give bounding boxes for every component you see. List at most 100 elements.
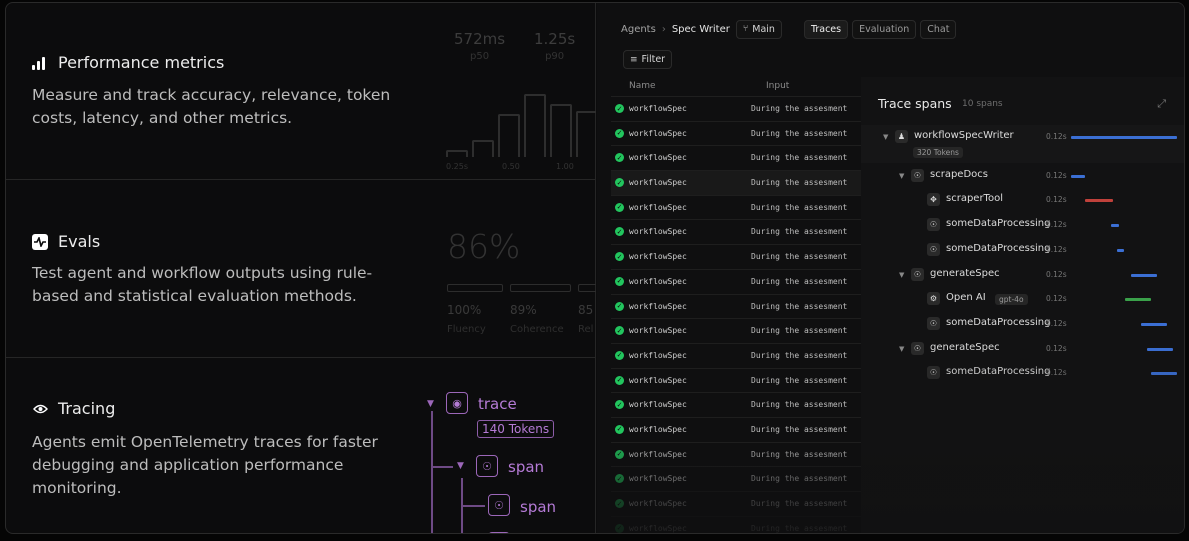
agent-icon: ☉ [911, 267, 924, 281]
column-name[interactable]: Name [629, 81, 656, 91]
table-row[interactable]: ✓ workflowSpec During the assesment [611, 196, 861, 221]
tree-line [431, 466, 453, 468]
success-check-icon: ✓ [615, 326, 624, 336]
row-input: During the assesment [751, 326, 848, 336]
row-input: During the assesment [751, 499, 848, 508]
span-row[interactable]: ▼ ♟ workflowSpecWriter 320 Tokens 0.12s [861, 125, 1184, 163]
span-row[interactable]: ⚙ Open AI gpt-4o 0.12s [861, 287, 1184, 312]
row-input: During the assesment [751, 227, 848, 237]
perf-stat-p50: 572ms p50 [454, 30, 506, 62]
caret-down-icon[interactable]: ▼ [899, 271, 904, 279]
eval-bar [578, 284, 596, 292]
span-row[interactable]: ▼ ☉ scrapeDocs 0.12s [861, 164, 1184, 189]
success-check-icon: ✓ [615, 104, 624, 113]
span-count: 10 spans [962, 99, 1003, 109]
eval-metric-label: Rel [578, 324, 594, 335]
span-duration: 0.12s [1046, 343, 1067, 353]
table-row[interactable]: ✓ workflowSpec During the assesment [611, 319, 861, 344]
feature-title: Tracing [58, 399, 116, 418]
row-input: During the assesment [751, 104, 848, 113]
breadcrumb-spec-writer[interactable]: Spec Writer [672, 24, 730, 35]
table-row[interactable]: ✓ workflowSpec During the assesment [611, 270, 861, 295]
caret-down-icon[interactable]: ▼ [899, 172, 904, 180]
success-check-icon: ✓ [615, 301, 624, 311]
row-input: During the assesment [751, 449, 848, 459]
span-row[interactable]: ✥ scraperTool 0.12s [861, 188, 1184, 213]
agent-icon: ☉ [911, 168, 924, 182]
span-duration: 0.12s [1046, 132, 1067, 141]
tab-chat[interactable]: Chat [920, 19, 957, 39]
span-duration: 0.12s [1046, 195, 1067, 205]
span-row[interactable]: ☉ someDataProcessing 0.12s [861, 312, 1184, 337]
span-timeline-bar [1147, 347, 1173, 351]
row-name: workflowSpec [629, 400, 687, 410]
openai-icon: ⚙ [927, 292, 940, 306]
success-check-icon: ✓ [615, 178, 624, 188]
row-input: During the assesment [751, 375, 848, 385]
table-row[interactable]: ✓ workflowSpec During the assesment [611, 171, 861, 196]
breadcrumb-agents[interactable]: Agents [621, 24, 656, 35]
eval-overall-score: 86% [447, 227, 521, 266]
column-input[interactable]: Input [766, 81, 789, 91]
caret-down-icon[interactable]: ▼ [899, 345, 904, 353]
span-name: someDataProcessing [946, 366, 1051, 378]
histogram-bar [576, 111, 596, 157]
span-name: scrapeDocs [930, 168, 988, 180]
span-row[interactable]: ▼ ☉ generateSpec 0.12s [861, 263, 1184, 288]
row-name: workflowSpec [629, 276, 687, 286]
tab-evaluation[interactable]: Evaluation [852, 19, 917, 39]
table-row[interactable]: ✓ workflowSpec During the assesment [611, 97, 861, 122]
table-row[interactable]: ✓ workflowSpec During the assesment [611, 393, 861, 418]
row-input: During the assesment [751, 523, 848, 533]
eval-metric-value: 85 [578, 303, 594, 317]
table-row[interactable]: ✓ workflowSpec During the assesment [611, 418, 861, 443]
span-row[interactable]: ▼ ☉ generateSpec 0.12s [861, 337, 1184, 362]
row-name: workflowSpec [629, 449, 687, 459]
table-row[interactable]: ✓ workflowSpec During the assesment [611, 245, 861, 270]
row-name: workflowSpec [629, 326, 687, 336]
table-row[interactable]: ✓ workflowSpec During the assesment [611, 220, 861, 246]
agent-icon: ☉ [911, 341, 924, 355]
span-row[interactable]: ☉ someDataProcessing 0.12s [861, 238, 1184, 263]
table-row[interactable]: ✓ workflowSpec During the assesment [611, 467, 861, 492]
table-row[interactable]: ✓ workflowSpec During the assesment [611, 443, 861, 468]
expand-icon[interactable]: ⤢ [1157, 97, 1166, 111]
histogram-bar [498, 114, 520, 157]
span-label: span [508, 458, 545, 476]
success-check-icon: ✓ [615, 499, 624, 508]
filter-button[interactable]: ≡ Filter [623, 50, 673, 69]
table-row[interactable]: ✓ workflowSpec During the assesment [611, 492, 861, 517]
git-branch-icon: ⑂ [742, 24, 749, 34]
span-timeline-bar [1125, 298, 1151, 302]
branch-selector[interactable]: ⑂ Main [735, 19, 782, 39]
traces-app: Agents › Spec Writer ⑂ Main Traces Evalu… [597, 3, 1184, 533]
tree-line [431, 411, 433, 533]
span-timeline-bar [1085, 199, 1113, 203]
table-row[interactable]: ✓ workflowSpec During the assesment [611, 295, 861, 320]
row-name: workflowSpec [629, 153, 687, 163]
table-row[interactable]: ✓ workflowSpec During the assesment [611, 146, 861, 172]
eval-bar [510, 284, 571, 292]
span-name: someDataProcessing [946, 242, 1051, 254]
model-badge: gpt-4o [995, 294, 1028, 306]
filter-icon: ≡ [630, 54, 638, 65]
app-frame: Performance metrics Measure and track ac… [5, 2, 1185, 534]
table-row[interactable]: ✓ workflowSpec During the assesment [611, 122, 861, 147]
table-row[interactable]: ✓ workflowSpec During the assesment [611, 369, 861, 394]
agent-icon: ☉ [927, 316, 940, 330]
success-check-icon: ✓ [615, 474, 624, 484]
histogram-bar [446, 150, 468, 157]
caret-down-icon: ▼ [427, 399, 434, 409]
eval-metric-value: 89% [510, 303, 537, 317]
tab-traces[interactable]: Traces [803, 19, 849, 39]
row-name: workflowSpec [629, 499, 687, 508]
span-row[interactable]: ☉ someDataProcessing 0.12s [861, 361, 1184, 386]
caret-down-icon[interactable]: ▼ [883, 133, 888, 141]
feature-evals: Evals Test agent and workflow outputs us… [6, 180, 596, 358]
span-duration: 0.12s [1046, 269, 1067, 279]
feature-title: Performance metrics [58, 53, 225, 72]
table-row[interactable]: ✓ workflowSpec During the assesment [611, 517, 861, 533]
row-name: workflowSpec [629, 202, 687, 212]
span-row[interactable]: ☉ someDataProcessing 0.12s [861, 213, 1184, 238]
table-row[interactable]: ✓ workflowSpec During the assesment [611, 344, 861, 369]
